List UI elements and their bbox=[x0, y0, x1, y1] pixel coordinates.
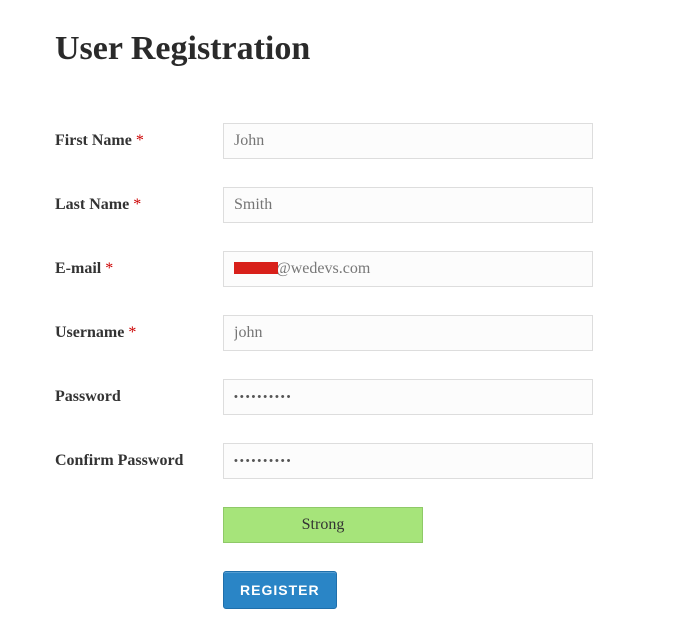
submit-spacer bbox=[55, 571, 223, 609]
last-name-label: Last Name * bbox=[55, 196, 223, 214]
email-row: E-mail * @wedevs.com bbox=[55, 251, 686, 287]
password-label: Password bbox=[55, 388, 223, 406]
required-asterisk: * bbox=[133, 196, 141, 213]
username-input[interactable] bbox=[223, 315, 593, 351]
required-asterisk: * bbox=[128, 324, 136, 341]
password-input[interactable] bbox=[223, 379, 593, 415]
email-label-text: E-mail bbox=[55, 260, 101, 277]
register-button[interactable]: REGISTER bbox=[223, 571, 337, 609]
password-strength-indicator: Strong bbox=[223, 507, 423, 543]
page-title: User Registration bbox=[55, 30, 686, 68]
first-name-label: First Name * bbox=[55, 132, 223, 150]
confirm-password-row: Confirm Password bbox=[55, 443, 686, 479]
username-label-text: Username bbox=[55, 324, 124, 341]
confirm-password-input[interactable] bbox=[223, 443, 593, 479]
first-name-label-text: First Name bbox=[55, 132, 132, 149]
submit-row: REGISTER bbox=[55, 571, 686, 609]
username-row: Username * bbox=[55, 315, 686, 351]
last-name-label-text: Last Name bbox=[55, 196, 129, 213]
first-name-row: First Name * bbox=[55, 123, 686, 159]
password-row: Password bbox=[55, 379, 686, 415]
password-strength-row: Strong bbox=[55, 507, 686, 543]
redacted-text bbox=[234, 262, 278, 274]
username-label: Username * bbox=[55, 324, 223, 342]
required-asterisk: * bbox=[136, 132, 144, 149]
email-domain: @wedevs.com bbox=[276, 260, 370, 278]
last-name-row: Last Name * bbox=[55, 187, 686, 223]
last-name-input[interactable] bbox=[223, 187, 593, 223]
confirm-password-label: Confirm Password bbox=[55, 452, 223, 470]
email-input[interactable]: @wedevs.com bbox=[223, 251, 593, 287]
email-label: E-mail * bbox=[55, 260, 223, 278]
strength-spacer bbox=[55, 507, 223, 543]
registration-form: First Name * Last Name * E-mail * @wedev… bbox=[55, 123, 686, 609]
required-asterisk: * bbox=[105, 260, 113, 277]
first-name-input[interactable] bbox=[223, 123, 593, 159]
